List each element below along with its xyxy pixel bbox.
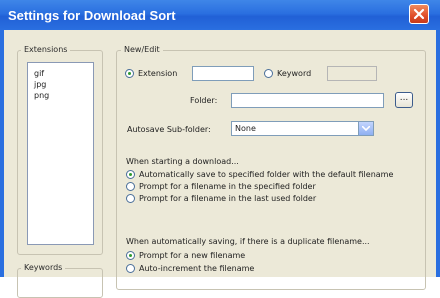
download-start-heading: When starting a download...: [126, 157, 239, 166]
close-icon: [413, 8, 425, 20]
extension-input[interactable]: [192, 66, 254, 81]
keywords-group-label: Keywords: [21, 263, 66, 272]
prompt-specified-folder-radio[interactable]: [126, 182, 135, 191]
keyword-input[interactable]: [327, 66, 377, 81]
folder-label: Folder:: [190, 96, 218, 105]
prompt-specified-folder-label: Prompt for a filename in the specified f…: [139, 182, 316, 191]
auto-increment-radio[interactable]: [126, 264, 135, 273]
autosave-subfolder-select[interactable]: None: [231, 121, 374, 136]
extensions-group-label: Extensions: [21, 45, 71, 54]
browse-button[interactable]: ...: [395, 92, 413, 108]
prompt-last-folder-radio[interactable]: [126, 194, 135, 203]
auto-save-default-radio[interactable]: [126, 170, 135, 179]
keyword-radio-label: Keyword: [277, 69, 312, 78]
close-button[interactable]: [409, 4, 429, 24]
keyword-radio[interactable]: [264, 69, 273, 78]
auto-increment-label: Auto-increment the filename: [139, 264, 255, 273]
prompt-last-folder-label: Prompt for a filename in the last used f…: [139, 194, 317, 203]
dropdown-button[interactable]: [358, 122, 373, 135]
auto-save-default-label: Automatically save to specified folder w…: [139, 170, 394, 179]
autosave-subfolder-label: Autosave Sub-folder:: [127, 125, 211, 134]
settings-dialog: Settings for Download Sort Extensions gi…: [0, 0, 440, 298]
prompt-new-filename-label: Prompt for a new filename: [139, 251, 246, 260]
window-frame-right: [436, 30, 440, 277]
duplicate-heading: When automatically saving, if there is a…: [126, 237, 370, 246]
list-item[interactable]: gif: [34, 69, 44, 78]
window-title: Settings for Download Sort: [8, 8, 176, 23]
extension-radio-label: Extension: [138, 69, 178, 78]
autosave-subfolder-value: None: [235, 124, 256, 133]
title-bar[interactable]: Settings for Download Sort: [0, 0, 440, 30]
extension-radio[interactable]: [125, 69, 134, 78]
new-edit-group-label: New/Edit: [121, 45, 163, 54]
chevron-down-icon: [362, 126, 370, 131]
window-frame-left: [0, 30, 4, 277]
list-item[interactable]: jpg: [34, 80, 46, 89]
extensions-list[interactable]: gif jpg png: [27, 62, 94, 245]
folder-input[interactable]: [231, 93, 384, 108]
keywords-group: [17, 268, 103, 298]
list-item[interactable]: png: [34, 91, 49, 100]
prompt-new-filename-radio[interactable]: [126, 251, 135, 260]
